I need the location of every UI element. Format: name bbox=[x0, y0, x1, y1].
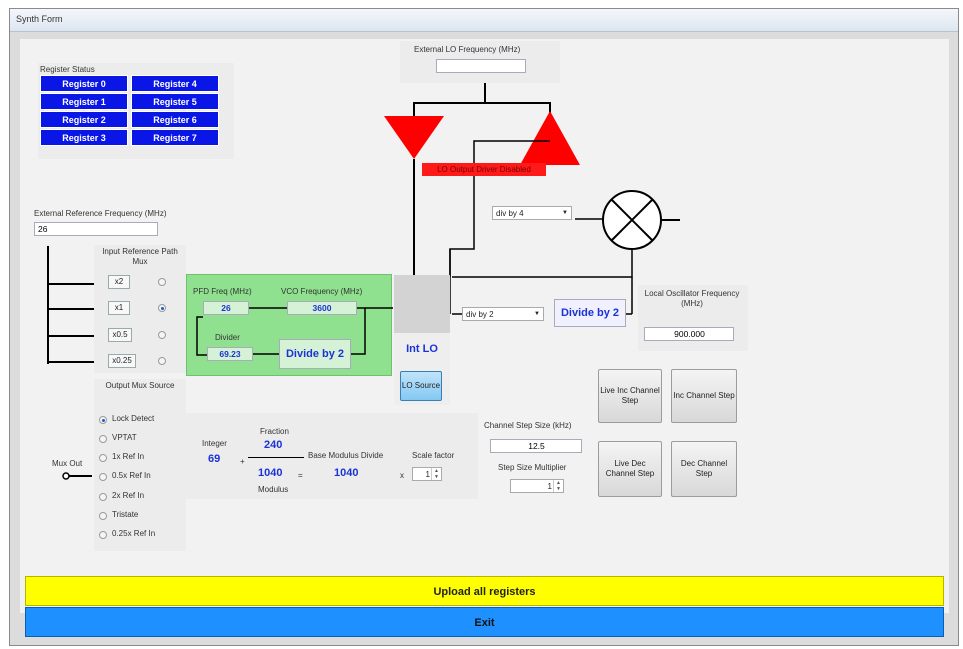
output-mux-panel: Output Mux Source Lock Detect VPTAT 1x R… bbox=[94, 379, 186, 551]
ext-ref-label: External Reference Frequency (MHz) bbox=[34, 209, 167, 218]
scale-factor-spinner[interactable]: 1 ▲ ▼ bbox=[412, 467, 442, 481]
mux-vptat-radio[interactable] bbox=[99, 435, 107, 443]
dec-channel-step-button[interactable]: Dec Channel Step bbox=[671, 441, 737, 497]
modulus-label: Modulus bbox=[258, 485, 289, 494]
mux-x0.25-label: x0.25 bbox=[108, 354, 136, 368]
divide-by-2-output: Divide by 2 bbox=[554, 299, 626, 327]
fraction-value: 240 bbox=[264, 439, 283, 451]
fraction-label: Fraction bbox=[260, 427, 289, 436]
mux-x0.25-radio[interactable] bbox=[158, 357, 166, 365]
channel-step-input[interactable] bbox=[490, 439, 582, 453]
external-lo-panel: External LO Frequency (MHz) bbox=[400, 41, 560, 83]
spinner-arrows-icon: ▲ ▼ bbox=[431, 468, 441, 480]
step-multiplier-value: 1 bbox=[547, 482, 552, 491]
scale-factor-value: 1 bbox=[425, 470, 430, 479]
mux-x0.5-radio[interactable] bbox=[158, 331, 166, 339]
channel-step-label: Channel Step Size (kHz) bbox=[484, 421, 572, 430]
modulus-value: 1040 bbox=[258, 467, 283, 479]
mux-tristate-label: Tristate bbox=[112, 510, 139, 519]
upload-all-registers-button[interactable]: Upload all registers bbox=[25, 576, 944, 606]
register-4-button[interactable]: Register 4 bbox=[131, 75, 219, 92]
times-sign: x bbox=[400, 471, 404, 480]
ext-lo-wire-2 bbox=[485, 102, 551, 131]
mux-2x-ref-label: 2x Ref In bbox=[112, 491, 145, 500]
mux-x0.5-label: x0.5 bbox=[108, 328, 132, 342]
div-by-2-select[interactable]: div by 2 ▼ bbox=[462, 307, 544, 321]
mux-vptat-label: VPTAT bbox=[112, 433, 137, 442]
register-5-button[interactable]: Register 5 bbox=[131, 93, 219, 110]
ext-ref-input[interactable] bbox=[34, 222, 158, 236]
mux-0.25x-ref-label: 0.25x Ref In bbox=[112, 529, 156, 538]
mux-out-label: Mux Out bbox=[52, 459, 83, 468]
register-0-button[interactable]: Register 0 bbox=[40, 75, 128, 92]
input-ref-mux-title: Input Reference Path Mux bbox=[102, 247, 178, 266]
mux-0.25x-ref-radio[interactable] bbox=[99, 531, 107, 539]
mux-x1-radio[interactable] bbox=[158, 304, 166, 312]
register-2-button[interactable]: Register 2 bbox=[40, 111, 128, 128]
fraction-bar bbox=[248, 457, 304, 458]
integer-label: Integer bbox=[202, 439, 227, 448]
scale-factor-label: Scale factor bbox=[412, 451, 455, 460]
plus-sign: + bbox=[240, 457, 245, 466]
int-lo-label: Int LO bbox=[406, 343, 438, 355]
spinner-arrows-icon: ▲ ▼ bbox=[553, 480, 563, 492]
mux-1x-ref-radio[interactable] bbox=[99, 454, 107, 462]
div-by-4-select[interactable]: div by 4 ▼ bbox=[492, 206, 572, 220]
window-title: Synth Form bbox=[16, 14, 63, 24]
mux-0.5x-ref-label: 0.5x Ref In bbox=[112, 471, 151, 480]
step-multiplier-label: Step Size Multiplier bbox=[498, 463, 567, 472]
fraction-panel: Integer 69 + Fraction 240 1040 = Modulus… bbox=[186, 413, 478, 499]
register-3-button[interactable]: Register 3 bbox=[40, 129, 128, 146]
triangle-down-icon bbox=[384, 116, 444, 159]
mux-tristate-radio[interactable] bbox=[99, 512, 107, 520]
pll-wiring bbox=[196, 307, 393, 356]
register-1-button[interactable]: Register 1 bbox=[40, 93, 128, 110]
external-lo-label: External LO Frequency (MHz) bbox=[414, 45, 521, 54]
lo-source-button[interactable]: LO Source bbox=[400, 371, 442, 401]
integer-value: 69 bbox=[208, 453, 221, 465]
local-osc-panel: Local Oscillator Frequency (MHz) bbox=[638, 285, 748, 351]
mux-x2-radio[interactable] bbox=[158, 278, 166, 286]
mux-x1-label: x1 bbox=[108, 301, 130, 315]
div-by-4-select-value: div by 4 bbox=[496, 209, 524, 218]
step-multiplier-spinner[interactable]: 1 ▲ ▼ bbox=[510, 479, 564, 493]
chevron-down-icon: ▼ bbox=[534, 311, 540, 317]
title-bar: Synth Form bbox=[10, 9, 958, 32]
live-inc-channel-step-button[interactable]: Live Inc Channel Step bbox=[598, 369, 662, 423]
equals-sign: = bbox=[298, 471, 303, 480]
base-modulus-label: Base Modulus Divide bbox=[308, 451, 384, 460]
mux-lock-detect-label: Lock Detect bbox=[112, 414, 155, 423]
client-area: Register Status Register 0 Register 1 Re… bbox=[20, 39, 949, 613]
external-lo-input[interactable] bbox=[436, 59, 526, 73]
triangle-up-icon bbox=[520, 111, 580, 165]
int-lo-block: Int LO LO Source bbox=[394, 275, 450, 405]
input-ref-mux-panel: Input Reference Path Mux x2 x1 x0.5 x0.2… bbox=[94, 245, 186, 373]
div-by-2-select-value: div by 2 bbox=[466, 310, 494, 319]
base-modulus-value: 1040 bbox=[334, 467, 359, 479]
live-dec-channel-step-button[interactable]: Live Dec Channel Step bbox=[598, 441, 662, 497]
mux-x2-label: x2 bbox=[108, 275, 130, 289]
lo-output-warning: LO Output Driver Disabled bbox=[422, 163, 546, 176]
pll-block: PFD Freq (MHz) 26 VCO Frequency (MHz) 36… bbox=[186, 274, 393, 376]
mux-1x-ref-label: 1x Ref In bbox=[112, 452, 145, 461]
register-7-button[interactable]: Register 7 bbox=[131, 129, 219, 146]
local-osc-label: Local Oscillator Frequency (MHz) bbox=[644, 289, 740, 308]
mux-2x-ref-radio[interactable] bbox=[99, 493, 107, 501]
mux-0.5x-ref-radio[interactable] bbox=[99, 473, 107, 481]
register-6-button[interactable]: Register 6 bbox=[131, 111, 219, 128]
output-mux-title: Output Mux Source bbox=[105, 381, 175, 390]
chevron-down-icon: ▼ bbox=[562, 210, 568, 216]
synth-form-window: Synth Form Register Status Register 0 Re… bbox=[9, 8, 959, 646]
exit-button[interactable]: Exit bbox=[25, 607, 944, 637]
local-osc-input[interactable] bbox=[644, 327, 734, 341]
register-status-title: Register Status bbox=[40, 65, 95, 74]
register-status-panel: Register Status Register 0 Register 1 Re… bbox=[38, 63, 234, 159]
mux-lock-detect-radio[interactable] bbox=[99, 416, 107, 424]
inc-channel-step-button[interactable]: Inc Channel Step bbox=[671, 369, 737, 423]
